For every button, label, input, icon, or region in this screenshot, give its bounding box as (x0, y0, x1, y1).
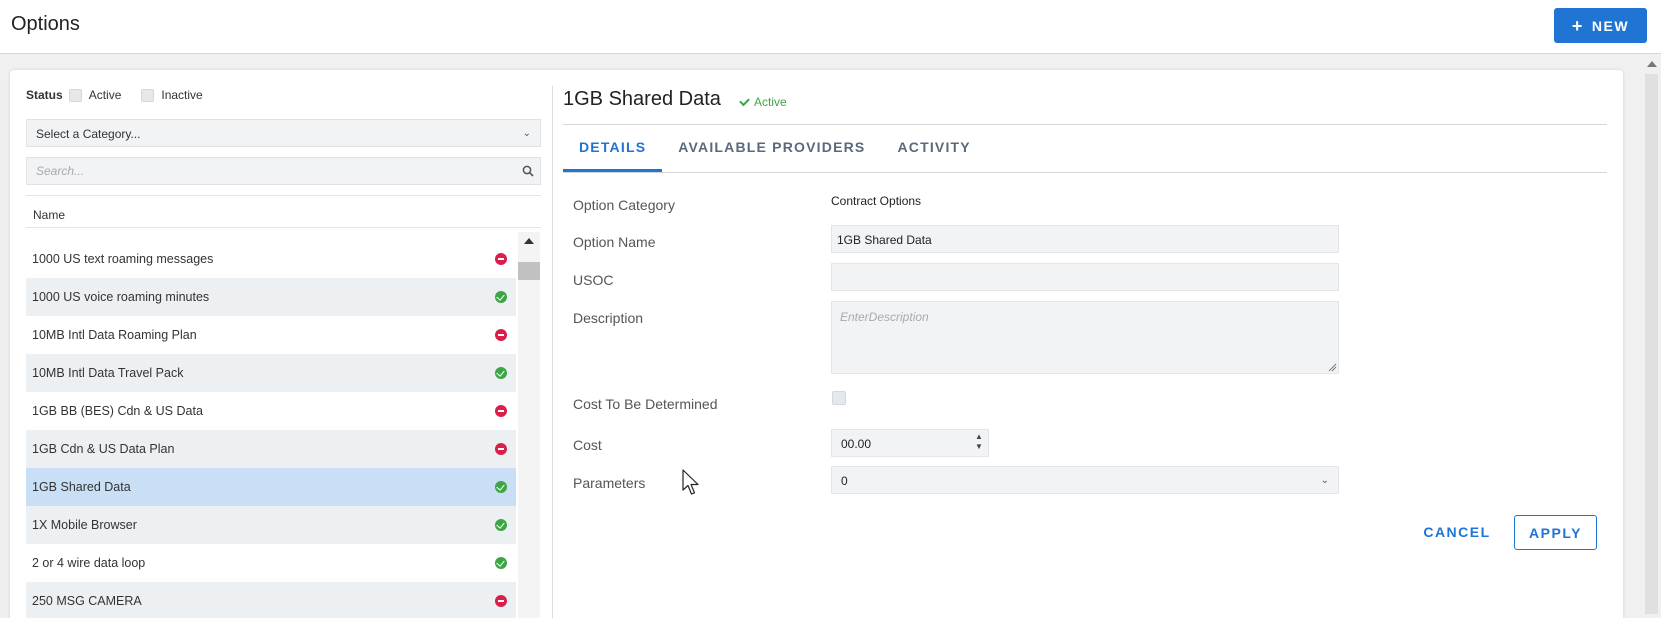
inactive-status-icon (495, 329, 507, 341)
active-filter-label: Active (88, 88, 122, 102)
inactive-filter[interactable]: Inactive (141, 88, 203, 102)
page-scroll-thumb[interactable] (1645, 74, 1658, 614)
list-item-name: 250 MSG CAMERA (32, 594, 142, 608)
status-filter: Status Active Inactive (26, 88, 223, 102)
active-filter[interactable]: Active (68, 88, 122, 102)
cost-label: Cost (573, 437, 602, 453)
scroll-up-icon[interactable] (1647, 61, 1657, 67)
description-label: Description (573, 310, 644, 326)
option-category-label: Option Category (573, 197, 675, 213)
options-list: 1000 US text roaming messages 1000 US voi… (26, 240, 516, 618)
stepper-down-icon[interactable]: ▼ (975, 442, 983, 452)
category-select[interactable]: Select a Category... ⌄ (26, 119, 541, 147)
list-item-name: 1000 US voice roaming minutes (32, 290, 210, 304)
list-item[interactable]: 1000 US voice roaming minutes (26, 278, 516, 316)
name-column-label: Name (33, 208, 66, 222)
list-item[interactable]: 250 MSG CAMERA (26, 582, 516, 618)
list-item[interactable]: 1GB BB (BES) Cdn & US Data (26, 392, 516, 430)
option-category-value: Contract Options (831, 194, 922, 208)
active-status-icon (495, 557, 507, 569)
inactive-status-icon (495, 443, 507, 455)
parameters-value: 0 (841, 474, 848, 488)
tab-activity[interactable]: ACTIVITY (881, 125, 986, 172)
cancel-button[interactable]: CANCEL (1414, 515, 1500, 549)
cost-stepper[interactable]: ▲ ▼ (975, 432, 983, 452)
resize-grip-icon[interactable] (1328, 363, 1337, 372)
panel-divider (552, 86, 553, 618)
list-item-name: 1000 US text roaming messages (32, 252, 214, 266)
list-item-name: 1GB BB (BES) Cdn & US Data (32, 404, 203, 418)
search-box (26, 157, 541, 185)
list-item-name: 2 or 4 wire data loop (32, 556, 146, 570)
top-bar: Options + NEW (0, 0, 1661, 54)
active-status-icon (495, 291, 507, 303)
chevron-down-icon: ⌄ (522, 128, 531, 139)
cost-tbd-checkbox[interactable] (832, 391, 846, 405)
option-name-label: Option Name (573, 234, 656, 250)
list-item-name: 1GB Cdn & US Data Plan (32, 442, 175, 456)
active-status-icon (495, 481, 507, 493)
list-item[interactable]: 10MB Intl Data Travel Pack (26, 354, 516, 392)
new-button[interactable]: + NEW (1554, 8, 1647, 43)
active-checkbox[interactable] (68, 88, 82, 102)
list-column-header[interactable]: Name (26, 195, 541, 228)
apply-button[interactable]: APPLY (1514, 515, 1597, 550)
active-status-icon (495, 519, 507, 531)
plus-icon: + (1571, 15, 1584, 36)
inactive-status-icon (495, 253, 507, 265)
tab-details[interactable]: DETAILS (563, 125, 663, 172)
list-item-name: 1X Mobile Browser (32, 518, 137, 532)
list-item[interactable]: 1X Mobile Browser (26, 506, 516, 544)
inactive-checkbox[interactable] (141, 88, 155, 102)
page-title: Options (11, 13, 80, 35)
usoc-field[interactable] (831, 263, 1339, 291)
inactive-status-icon (495, 595, 507, 607)
inactive-status-icon (495, 405, 507, 417)
list-item[interactable]: 1000 US text roaming messages (26, 240, 516, 278)
list-item-name: 10MB Intl Data Travel Pack (32, 366, 184, 380)
detail-title: 1GB Shared Data (563, 88, 721, 110)
category-select-value: Select a Category... (36, 127, 141, 141)
list-item[interactable]: 2 or 4 wire data loop (26, 544, 516, 582)
list-item-name: 1GB Shared Data (32, 480, 131, 494)
list-item[interactable]: 10MB Intl Data Roaming Plan (26, 316, 516, 354)
description-field[interactable] (831, 301, 1339, 374)
cost-field[interactable]: 00.00 (831, 429, 989, 457)
check-icon (739, 95, 750, 106)
tabs-divider (563, 172, 1607, 173)
list-item[interactable]: 1GB Cdn & US Data Plan (26, 430, 516, 468)
list-scrollbar[interactable] (518, 232, 540, 618)
active-status-icon (495, 367, 507, 379)
detail-status-text: Active (754, 95, 787, 109)
stepper-up-icon[interactable]: ▲ (975, 432, 983, 442)
new-button-label: NEW (1591, 17, 1630, 34)
detail-status-badge: Active (739, 95, 787, 109)
status-label: Status (26, 88, 63, 102)
inactive-filter-label: Inactive (161, 88, 203, 102)
parameters-select[interactable]: 0 ⌄ (831, 466, 1339, 494)
option-name-field[interactable]: 1GB Shared Data (831, 225, 1339, 253)
list-item-name: 10MB Intl Data Roaming Plan (32, 328, 197, 342)
detail-tabs: DETAILS AVAILABLE PROVIDERS ACTIVITY (563, 125, 987, 172)
cost-tbd-label: Cost To Be Determined (573, 396, 718, 412)
list-scroll-up-icon[interactable] (524, 238, 534, 244)
parameters-label: Parameters (573, 475, 646, 491)
mouse-cursor-icon (682, 469, 699, 495)
chevron-down-icon: ⌄ (1320, 475, 1329, 486)
list-scroll-thumb[interactable] (518, 262, 540, 280)
page-scrollbar[interactable] (1642, 54, 1661, 618)
list-item[interactable]: 1GB Shared Data (26, 468, 516, 506)
usoc-label: USOC (573, 272, 614, 288)
tab-available-providers[interactable]: AVAILABLE PROVIDERS (662, 125, 881, 172)
search-input[interactable] (27, 158, 507, 184)
search-icon[interactable] (522, 165, 534, 177)
